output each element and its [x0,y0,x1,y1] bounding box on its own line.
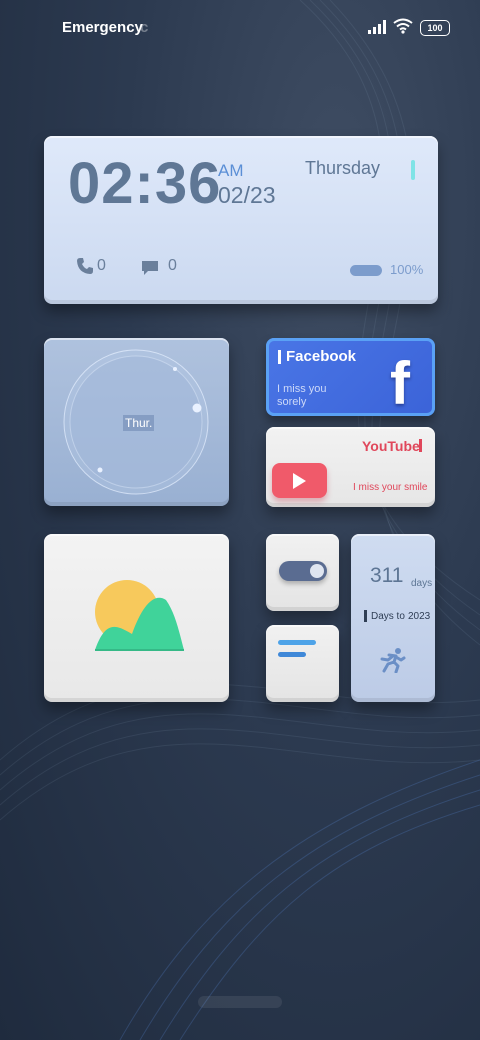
battery-percent: 100% [390,262,424,277]
runner-icon [380,648,406,673]
countdown-year: 2023 [408,611,431,622]
title-bar [419,439,422,452]
facebook-widget[interactable]: Facebook I miss you sorely f [266,338,435,416]
countdown-widget[interactable]: 311 days Days to 2023 [351,534,435,702]
carrier-label: Emergency [62,19,143,36]
facebook-logo-icon: f [390,350,410,417]
clock-date: 02/23 [218,182,276,208]
message-icon [142,261,158,275]
title-bar [278,350,281,364]
signal-icon [368,20,386,34]
toggle-switch[interactable] [279,561,327,581]
home-indicator[interactable] [198,996,282,1008]
wifi-icon [393,18,413,34]
dial-day-label: Thur. [123,415,155,431]
toggle-knob [310,564,324,578]
notes-widget[interactable] [266,625,339,702]
countdown-number: 311 [370,564,404,587]
play-icon [293,473,306,489]
youtube-title: YouTube [362,438,420,454]
youtube-widget[interactable]: YouTube I miss your smile [266,427,435,507]
dial-widget[interactable]: Thur. [44,338,229,506]
clock-widget[interactable]: 02:36 AM 02/23 Thursday 0 0 100% [44,136,438,304]
clock-ampm: AM [218,161,244,180]
image-icon [95,580,184,651]
clock-weekday: Thursday [305,158,381,178]
clock-time: 02:36 [68,151,222,216]
facebook-message: I miss you sorely [277,383,327,408]
carrier-label-overflow: c [140,19,149,36]
status-bar: Emergency c 100 [0,0,480,56]
accent-bar [411,160,415,180]
phone-icon [77,258,93,274]
missed-calls-count: 0 [97,257,106,274]
gallery-widget[interactable] [44,534,229,702]
unread-messages-count: 0 [168,257,177,274]
youtube-message: I miss your smile [353,482,428,493]
battery-pill [350,265,382,276]
battery-indicator: 100 [420,20,450,36]
toggle-widget[interactable] [266,534,339,611]
countdown-label: Days to [371,611,405,622]
countdown-unit: days [411,578,433,589]
facebook-title: Facebook [286,348,357,365]
play-button[interactable] [272,463,327,498]
label-bar [364,610,367,622]
